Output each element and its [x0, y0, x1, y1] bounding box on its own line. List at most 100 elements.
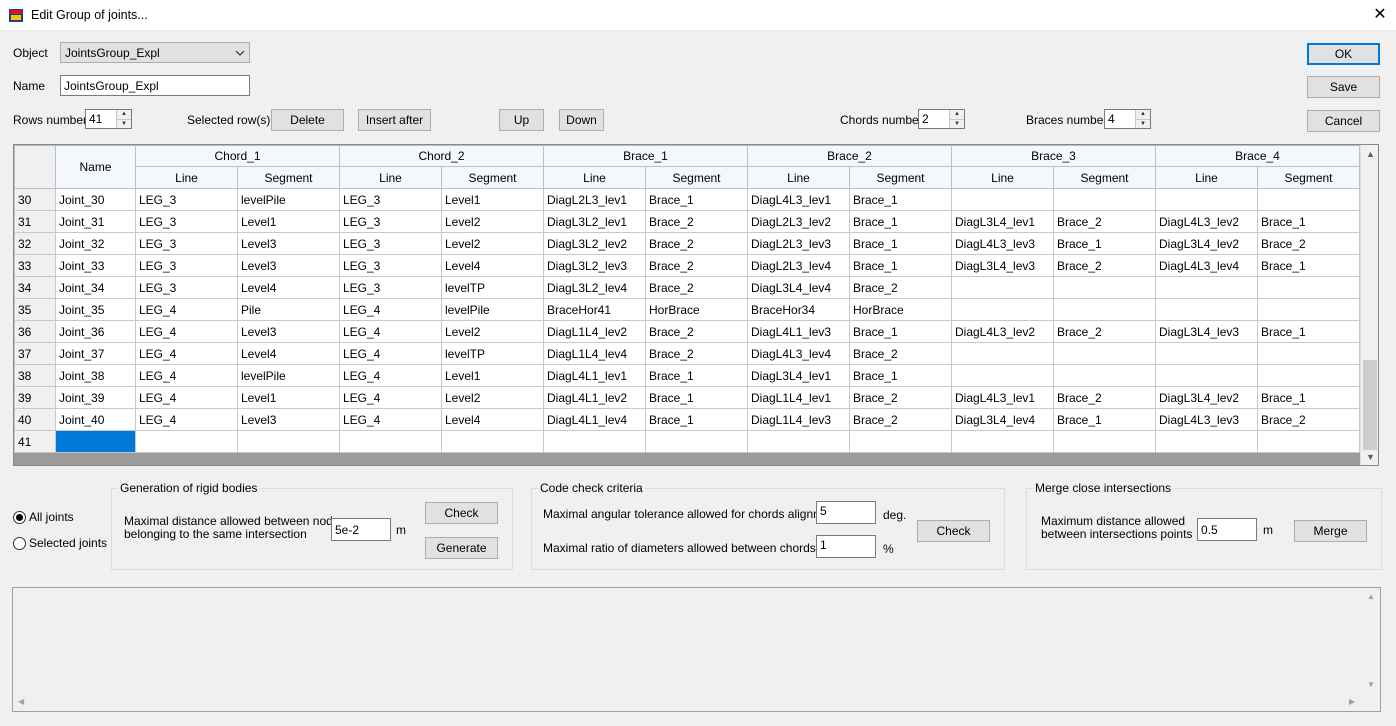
grid-cell[interactable]: Brace_2 [645, 320, 748, 343]
grid-cell[interactable]: Brace_2 [1257, 408, 1360, 431]
object-select[interactable]: JointsGroup_Expl [60, 42, 250, 63]
table-row[interactable]: 36 Joint_36 LEG_4 Level3 LEG_4 Level2 DiagL1L4… [14, 320, 1360, 343]
row-header[interactable]: 30 [14, 188, 56, 211]
grid-cell[interactable] [951, 298, 1054, 321]
grid-cell[interactable]: Level4 [441, 408, 544, 431]
name-cell[interactable]: Joint_32 [55, 232, 136, 255]
row-header[interactable]: 33 [14, 254, 56, 277]
grid-cell[interactable]: Brace_1 [645, 408, 748, 431]
grid-cell[interactable]: LEG_4 [135, 364, 238, 387]
grid-cell[interactable] [1155, 188, 1258, 211]
spin-down-icon[interactable]: ▼ [950, 118, 964, 128]
grid-cell[interactable] [849, 430, 952, 453]
grid-cell[interactable]: LEG_4 [339, 364, 442, 387]
grid-cell[interactable]: Level2 [441, 232, 544, 255]
grid-cell[interactable] [1053, 276, 1156, 299]
column-header-line[interactable]: Line [339, 166, 442, 189]
up-button[interactable]: Up [499, 109, 544, 131]
name-cell[interactable]: Joint_30 [55, 188, 136, 211]
grid-cell[interactable]: Brace_2 [849, 408, 952, 431]
grid-cell[interactable]: DiagL1L4_lev3 [747, 408, 850, 431]
grid-cell[interactable] [1257, 276, 1360, 299]
grid-cell[interactable]: DiagL2L3_lev4 [747, 254, 850, 277]
scroll-left-icon[interactable]: ◀ [18, 697, 24, 706]
grid-cell[interactable]: levelPile [237, 364, 340, 387]
grid-cell[interactable]: BraceHor34 [747, 298, 850, 321]
grid-cell[interactable]: DiagL4L3_lev2 [1155, 210, 1258, 233]
grid-cell[interactable]: Brace_2 [849, 276, 952, 299]
grid-cell[interactable]: DiagL4L3_lev2 [951, 320, 1054, 343]
grid-cell[interactable] [441, 430, 544, 453]
table-row[interactable]: 30 Joint_30 LEG_3 levelPile LEG_3 Level1 DiagL… [14, 188, 1360, 211]
grid-cell[interactable]: LEG_4 [135, 320, 238, 343]
grid-cell[interactable] [951, 364, 1054, 387]
grid-cell[interactable]: DiagL3L4_lev3 [1155, 320, 1258, 343]
row-header[interactable]: 37 [14, 342, 56, 365]
grid-cell[interactable]: Level1 [237, 210, 340, 233]
spin-down-icon[interactable]: ▼ [117, 118, 131, 128]
name-cell[interactable]: Joint_33 [55, 254, 136, 277]
grid-cell[interactable]: LEG_4 [135, 408, 238, 431]
grid-cell[interactable]: Brace_1 [849, 188, 952, 211]
close-icon[interactable]: ✕ [1366, 4, 1394, 26]
grid-cell[interactable] [1155, 298, 1258, 321]
grid-cell[interactable]: Brace_1 [1257, 254, 1360, 277]
grid-cell[interactable] [951, 430, 1054, 453]
code-check-button[interactable]: Check [917, 520, 990, 542]
table-row[interactable]: 34 Joint_34 LEG_3 Level4 LEG_3 levelTP DiagL3L… [14, 276, 1360, 299]
selected-joints-radio[interactable] [13, 537, 26, 550]
grid-cell[interactable]: LEG_3 [339, 254, 442, 277]
name-cell[interactable]: Joint_35 [55, 298, 136, 321]
grid-cell[interactable]: Brace_1 [849, 254, 952, 277]
scroll-down-icon[interactable]: ▼ [1367, 680, 1375, 689]
grid-cell[interactable] [645, 430, 748, 453]
grid-cell[interactable]: LEG_4 [339, 320, 442, 343]
save-button[interactable]: Save [1307, 76, 1380, 98]
rigid-check-button[interactable]: Check [425, 502, 498, 524]
table-row[interactable]: 41 [14, 430, 1360, 453]
generate-button[interactable]: Generate [425, 537, 498, 559]
grid-cell[interactable]: Pile [237, 298, 340, 321]
grid-cell[interactable]: Level1 [441, 364, 544, 387]
grid-cell[interactable]: DiagL2L3_lev2 [747, 210, 850, 233]
grid-cell[interactable]: DiagL4L3_lev4 [1155, 254, 1258, 277]
diameter-ratio-field[interactable]: 1 [816, 535, 876, 558]
log-vertical-scrollbar[interactable]: ▲ ▼ [1363, 588, 1380, 695]
grid-cell[interactable]: DiagL3L4_lev2 [1155, 386, 1258, 409]
grid-cell[interactable]: Brace_1 [1257, 386, 1360, 409]
grid-cell[interactable]: Brace_1 [1257, 320, 1360, 343]
grid-cell[interactable]: Level1 [441, 188, 544, 211]
grid-cell[interactable]: LEG_3 [339, 210, 442, 233]
column-header-segment[interactable]: Segment [441, 166, 544, 189]
grid-cell[interactable]: LEG_4 [339, 298, 442, 321]
row-header[interactable]: 39 [14, 386, 56, 409]
grid-cell[interactable] [135, 430, 238, 453]
grid-cell[interactable] [1257, 364, 1360, 387]
column-header-line[interactable]: Line [1155, 166, 1258, 189]
grid-cell[interactable]: DiagL2L3_lev3 [747, 232, 850, 255]
grid-cell[interactable]: Brace_1 [645, 386, 748, 409]
grid-cell[interactable] [1155, 364, 1258, 387]
delete-button[interactable]: Delete [271, 109, 344, 131]
rigid-distance-field[interactable]: 5e-2 [331, 518, 391, 541]
grid-cell[interactable] [1053, 188, 1156, 211]
grid-cell[interactable]: Level3 [237, 254, 340, 277]
chords-number-stepper[interactable]: 2 ▲ ▼ [918, 109, 965, 129]
grid-cell[interactable]: Brace_2 [849, 386, 952, 409]
grid-cell[interactable] [1155, 276, 1258, 299]
grid-cell[interactable] [1155, 430, 1258, 453]
row-header[interactable]: 34 [14, 276, 56, 299]
grid-cell[interactable]: LEG_3 [339, 276, 442, 299]
log-textarea[interactable]: ▲ ▼ ◀ ▶ [12, 587, 1381, 712]
grid-cell[interactable]: Level3 [237, 232, 340, 255]
grid-cell[interactable]: Brace_1 [849, 210, 952, 233]
name-cell[interactable]: Joint_36 [55, 320, 136, 343]
grid-cell[interactable]: LEG_3 [339, 232, 442, 255]
scroll-down-icon[interactable]: ▼ [1361, 448, 1378, 465]
grid-cell[interactable]: DiagL4L3_lev4 [747, 342, 850, 365]
grid-cell[interactable] [951, 276, 1054, 299]
spin-up-icon[interactable]: ▲ [117, 110, 131, 119]
grid-cell[interactable]: LEG_3 [339, 188, 442, 211]
grid-cell[interactable] [951, 342, 1054, 365]
grid-cell[interactable]: Brace_1 [1257, 210, 1360, 233]
